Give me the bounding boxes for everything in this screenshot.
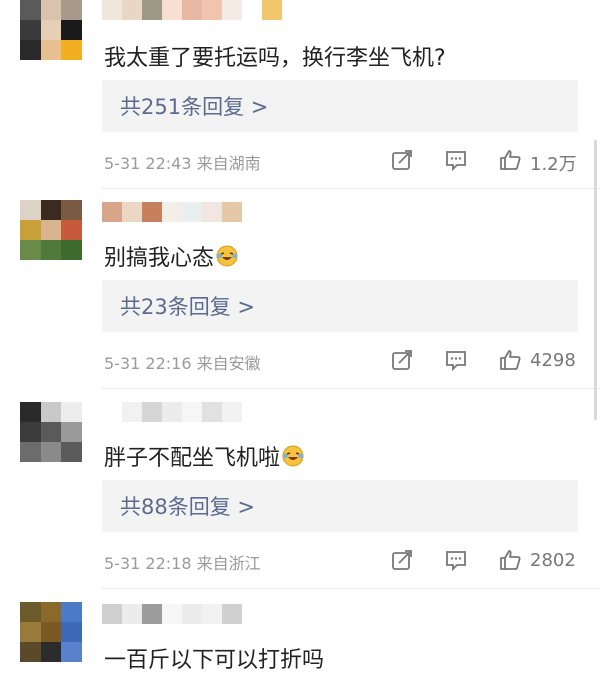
comment-actions: 4298 (390, 348, 590, 378)
comment-text: 一百斤以下可以打折吗 (104, 642, 324, 674)
avatar[interactable] (20, 200, 82, 260)
share-icon[interactable] (390, 348, 414, 372)
username-blurred[interactable] (102, 402, 262, 422)
username-blurred[interactable] (102, 0, 282, 20)
laughing-tears-emoji-icon (282, 445, 304, 467)
like-count: 4298 (530, 350, 576, 371)
comment-text: 别搞我心态 (104, 240, 238, 272)
comment-text: 我太重了要托运吗，换行李坐飞机? (104, 40, 446, 72)
comment-icon[interactable] (444, 148, 468, 172)
scrollbar[interactable] (594, 140, 597, 420)
thumbs-up-icon[interactable] (498, 548, 522, 572)
comment-text-content: 别搞我心态 (104, 246, 215, 271)
comment-icon[interactable] (444, 548, 468, 572)
divider (102, 588, 600, 589)
username-blurred[interactable] (102, 202, 242, 222)
like-count: 2802 (530, 550, 576, 571)
comment-icon[interactable] (444, 348, 468, 372)
divider (102, 188, 600, 189)
comment-text: 胖子不配坐飞机啦 (104, 440, 304, 472)
comment-text-content: 胖子不配坐飞机啦 (104, 446, 281, 471)
view-replies-link[interactable]: 共88条回复 > (120, 491, 255, 521)
share-icon[interactable] (390, 548, 414, 572)
reply-box[interactable]: 共23条回复 > (102, 280, 578, 332)
avatar[interactable] (20, 0, 82, 60)
view-replies-link[interactable]: 共251条回复 > (120, 91, 268, 121)
like-count: 1.2万 (530, 154, 577, 175)
laughing-tears-emoji-icon (216, 245, 238, 267)
comment-meta: 5-31 22:43 来自湖南 (104, 154, 261, 173)
avatar[interactable] (20, 402, 82, 462)
comment-meta: 5-31 22:18 来自浙江 (104, 554, 261, 573)
comment-text-content: 一百斤以下可以打折吗 (104, 648, 325, 673)
comment-text-content: 我太重了要托运吗，换行李坐飞机? (104, 46, 446, 71)
comment-actions: 2802 (390, 548, 590, 578)
thumbs-up-icon[interactable] (498, 148, 522, 172)
avatar[interactable] (20, 602, 82, 662)
view-replies-link[interactable]: 共23条回复 > (120, 291, 255, 321)
thumbs-up-icon[interactable] (498, 348, 522, 372)
username-blurred[interactable] (102, 604, 242, 624)
divider (102, 388, 600, 389)
comment-meta: 5-31 22:16 来自安徽 (104, 354, 261, 373)
reply-box[interactable]: 共88条回复 > (102, 480, 578, 532)
share-icon[interactable] (390, 148, 414, 172)
comment-actions: 1.2万 (390, 148, 590, 178)
reply-box[interactable]: 共251条回复 > (102, 80, 578, 132)
